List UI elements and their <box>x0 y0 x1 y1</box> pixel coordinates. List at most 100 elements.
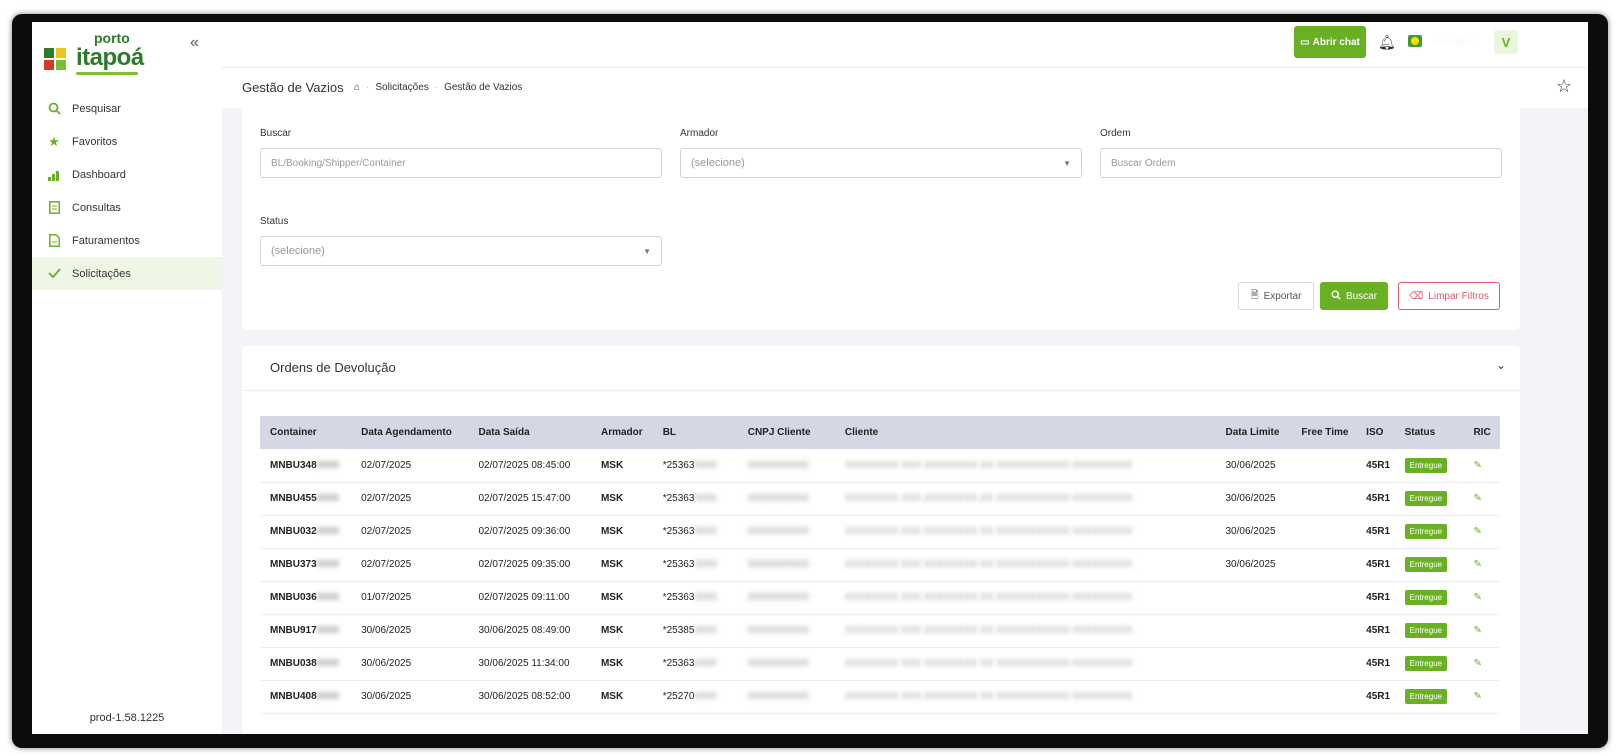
table-row[interactable]: MNBU3480000 02/07/2025 02/07/2025 08:45:00… <box>260 449 1500 483</box>
chevron-down-icon[interactable]: ⌄ <box>1496 358 1506 372</box>
bl-cell: *252700000 <box>652 680 738 714</box>
ric-edit-icon[interactable]: ✎ <box>1473 691 1481 702</box>
saida-cell-text: 02/07/2025 09:36:00 <box>478 526 571 537</box>
cliente-cell: XXXXXXXX XXX XXXXXXXX XX XXXXXXXXXXX XXX… <box>834 482 1216 516</box>
saida-cell-text: 02/07/2025 08:45:00 <box>478 459 571 471</box>
saida-cell: 02/07/2025 09:35:00 <box>468 548 591 582</box>
ric-cell: ✎ <box>1463 581 1500 615</box>
open-chat-button[interactable]: ▭ Abrir chat <box>1294 26 1366 58</box>
container-cell-text: MNBU455 <box>270 493 317 504</box>
sidebar-item-faturamentos[interactable]: Faturamentos <box>32 224 222 257</box>
agendamento-cell-text: 02/07/2025 <box>361 526 412 537</box>
redacted-text: XXXXXXXX XXX XXXXXXXX XX XXXXXXXXXXX XXX… <box>844 592 1133 603</box>
bl-cell: *253630000 <box>652 581 738 615</box>
redacted-text: 0000 <box>694 592 717 603</box>
search-button[interactable]: Buscar <box>1320 282 1388 310</box>
status-cell: Entregue <box>1394 680 1464 714</box>
logo-square <box>56 60 66 70</box>
favorite-star-icon[interactable]: ☆ <box>1556 76 1572 97</box>
data-limite-cell-text: 30/06/2025 <box>1225 526 1276 537</box>
saida-cell-text: 02/07/2025 09:35:00 <box>478 559 571 570</box>
ric-cell: ✎ <box>1463 482 1500 516</box>
ordem-input[interactable]: Buscar Ordem <box>1100 148 1502 178</box>
ric-edit-icon[interactable]: ✎ <box>1473 493 1481 504</box>
table-row[interactable]: MNBU9170000 30/06/2025 30/06/2025 08:49:00… <box>260 614 1500 648</box>
column-header[interactable]: Armador <box>591 416 653 449</box>
container-cell-text: MNBU348 <box>270 459 317 471</box>
free-time-cell <box>1291 614 1357 648</box>
sidebar-item-solicitacoes[interactable]: Solicitações <box>32 257 222 290</box>
column-header[interactable]: Data Limite <box>1215 416 1291 449</box>
ric-edit-icon[interactable]: ✎ <box>1473 592 1481 603</box>
status-select[interactable]: (selecione) ▼ <box>260 236 662 266</box>
data-limite-cell: 30/06/2025 <box>1215 548 1292 582</box>
data-limite-cell <box>1215 581 1292 615</box>
column-header[interactable]: ISO <box>1356 416 1394 449</box>
clear-filters-button[interactable]: ⌫ Limpar Filtros <box>1398 282 1500 310</box>
free-time-cell <box>1291 449 1357 483</box>
table-row[interactable]: MNBU0360000 01/07/2025 02/07/2025 09:11:00… <box>260 581 1500 615</box>
armador-cell-text: MSK <box>600 526 624 537</box>
table-row[interactable]: MNBU0320000 02/07/2025 02/07/2025 09:36:00… <box>260 515 1500 549</box>
ric-edit-icon[interactable]: ✎ <box>1473 625 1481 636</box>
cliente-cell: XXXXXXXX XXX XXXXXXXX XX XXXXXXXXXXX XXX… <box>834 581 1216 615</box>
bell-icon[interactable]: 🔔︎ <box>1378 34 1396 51</box>
agendamento-cell-text: 30/06/2025 <box>361 691 412 702</box>
iso-cell: 45R1 <box>1356 647 1395 681</box>
column-header[interactable]: CNPJ Cliente <box>738 416 835 449</box>
app-screen: porto itapoá « Pesquisar ★ Favoritos Das… <box>32 22 1588 734</box>
ric-edit-icon[interactable]: ✎ <box>1473 658 1481 669</box>
data-limite-cell: 30/06/2025 <box>1215 482 1292 516</box>
ric-cell: ✎ <box>1463 647 1500 681</box>
armador-cell: MSK <box>590 614 653 648</box>
container-cell: MNBU4080000 <box>260 680 352 714</box>
redacted-text: 00000000000 <box>747 559 809 570</box>
redacted-text: 0000 <box>694 625 717 636</box>
armador-select[interactable]: (selecione) ▼ <box>680 148 1082 178</box>
sidebar-item-dashboard[interactable]: Dashboard <box>32 158 222 191</box>
export-button[interactable]: 🗎︎ Exportar <box>1238 282 1314 310</box>
status-badge: Entregue <box>1404 557 1448 572</box>
ric-edit-icon[interactable]: ✎ <box>1473 526 1481 537</box>
column-header[interactable]: BL <box>653 416 738 449</box>
table-row[interactable]: MNBU3730000 02/07/2025 02/07/2025 09:35:00… <box>260 548 1500 582</box>
container-cell-text: MNBU032 <box>270 526 317 537</box>
column-header[interactable]: Data Agendamento <box>351 416 468 449</box>
column-header[interactable]: Container <box>260 416 351 449</box>
collapse-sidebar-icon[interactable]: « <box>190 34 199 52</box>
logo-square <box>44 48 54 58</box>
column-header[interactable]: Free Time <box>1291 416 1356 449</box>
divider <box>242 390 1520 391</box>
table-row[interactable]: MNBU4080000 30/06/2025 30/06/2025 08:52:00… <box>260 680 1500 714</box>
status-badge: Entregue <box>1404 656 1448 671</box>
column-header[interactable]: Data Saída <box>469 416 591 449</box>
buscar-label: Buscar <box>260 128 292 139</box>
brazil-flag-icon[interactable] <box>1408 35 1422 47</box>
sidebar-item-consultas[interactable]: Consultas <box>32 191 222 224</box>
buscar-input[interactable]: BL/Booking/Shipper/Container <box>260 148 662 178</box>
container-cell: MNBU0380000 <box>260 647 352 681</box>
sidebar-item-pesquisar[interactable]: Pesquisar <box>32 92 222 125</box>
redacted-text: 00000000000 <box>747 459 809 471</box>
ric-edit-icon[interactable]: ✎ <box>1473 460 1481 471</box>
breadcrumb-item[interactable]: Solicitações <box>375 82 428 93</box>
armador-cell-text: MSK <box>600 559 624 570</box>
saida-cell: 30/06/2025 08:49:00 <box>468 614 591 648</box>
ric-edit-icon[interactable]: ✎ <box>1473 559 1481 570</box>
table-row[interactable]: MNBU0380000 30/06/2025 30/06/2025 11:34:00… <box>260 647 1500 681</box>
ric-cell: ✎ <box>1463 449 1500 483</box>
avatar[interactable]: V <box>1494 30 1518 54</box>
breadcrumb-separator: · <box>366 82 370 93</box>
user-name: ··· ······· <box>1436 36 1473 47</box>
bl-cell-text: *25363 <box>662 526 695 537</box>
home-icon[interactable]: ⌂ <box>354 82 360 93</box>
column-header[interactable]: RIC <box>1463 416 1500 449</box>
breadcrumb-separator: · <box>434 82 439 93</box>
column-header[interactable]: Status <box>1395 416 1464 449</box>
redacted-text: 0000 <box>694 559 717 570</box>
porto-itapoa-logo[interactable]: porto itapoá <box>42 28 144 78</box>
export-icon: 🗎︎ <box>1250 289 1259 301</box>
sidebar-item-favoritos[interactable]: ★ Favoritos <box>32 125 222 158</box>
table-row[interactable]: MNBU4550000 02/07/2025 02/07/2025 15:47:00… <box>260 482 1500 516</box>
column-header[interactable]: Cliente <box>835 416 1216 449</box>
